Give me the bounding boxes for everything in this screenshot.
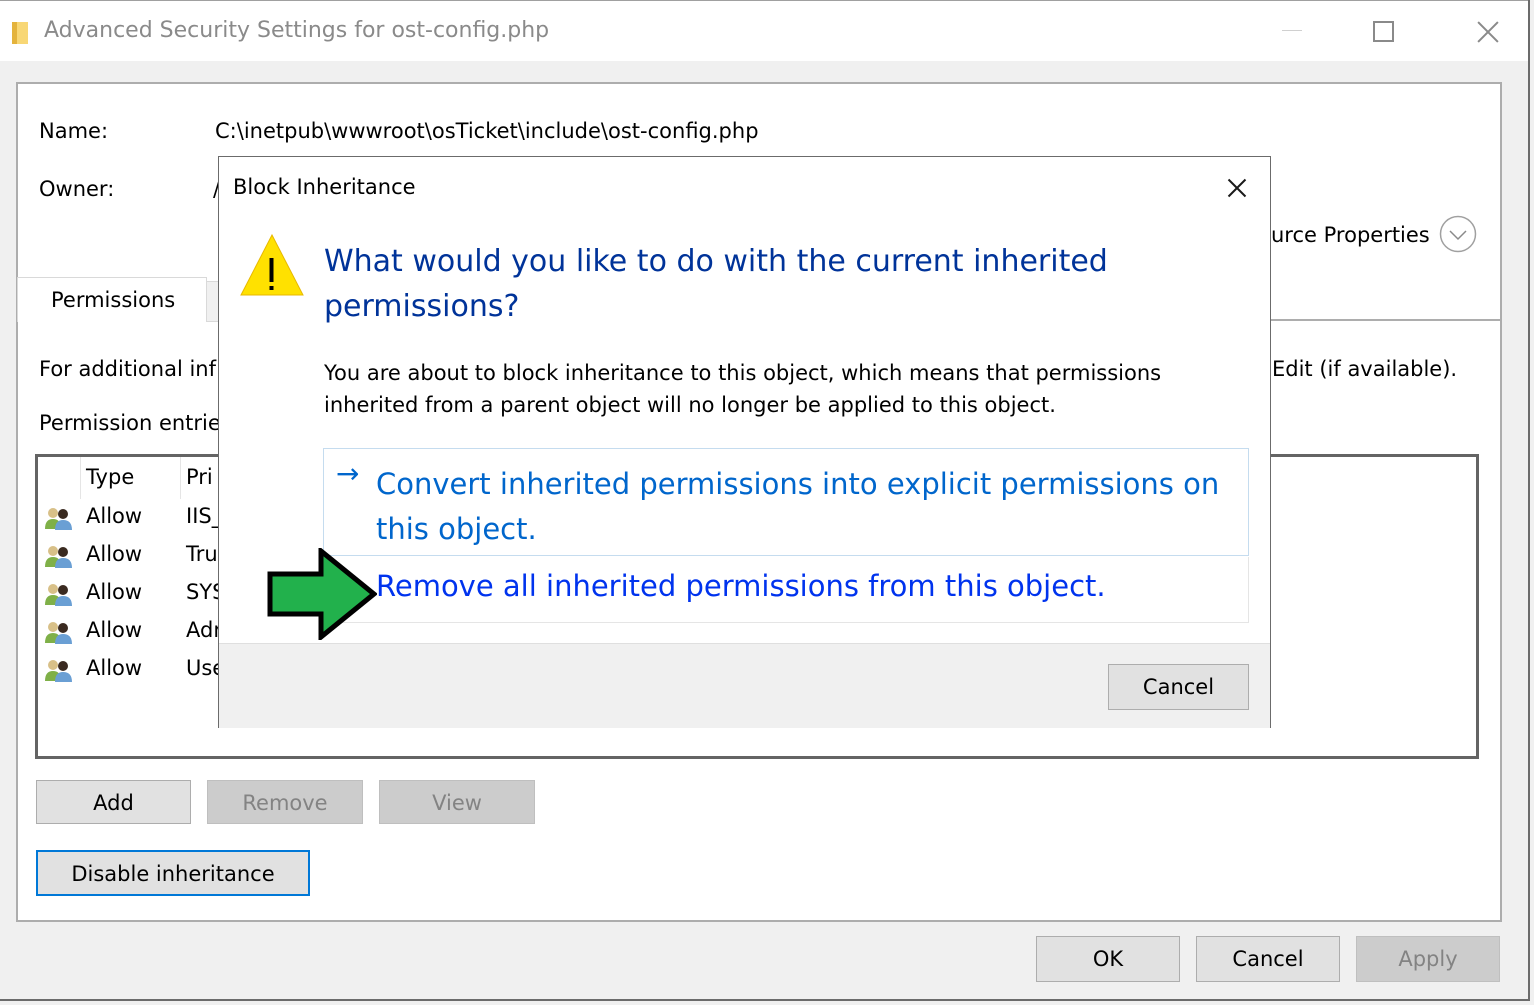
table-row[interactable]: Allow Use: [38, 653, 238, 691]
column-separator: [180, 457, 181, 499]
entry-type: Allow: [86, 580, 143, 604]
window-title: Advanced Security Settings for ost-confi…: [44, 18, 550, 43]
entry-principal: Adr: [186, 618, 222, 642]
remove-button[interactable]: Remove: [207, 780, 363, 824]
entry-principal: Tru: [186, 542, 218, 566]
cancel-button[interactable]: Cancel: [1196, 936, 1340, 982]
chevron-down-icon[interactable]: [1439, 215, 1477, 253]
convert-inherited-permissions-option[interactable]: → Convert inherited permissions into exp…: [323, 448, 1249, 556]
dialog-title: Block Inheritance: [233, 175, 416, 199]
dialog-question: What would you like to do with the curre…: [324, 244, 1108, 324]
apply-button[interactable]: Apply: [1356, 936, 1500, 982]
remove-option-label: Remove all inherited permissions from th…: [376, 569, 1106, 603]
title-bar: Advanced Security Settings for ost-confi…: [0, 0, 1528, 61]
users-icon: [45, 508, 72, 530]
tab-permissions[interactable]: Permissions: [17, 277, 207, 322]
close-button[interactable]: [1430, 1, 1522, 61]
entry-type: Allow: [86, 504, 143, 528]
entry-principal: IIS_: [186, 504, 223, 528]
owner-label: Owner:: [39, 177, 115, 201]
block-inheritance-dialog: Block Inheritance What would you like to…: [218, 156, 1271, 728]
column-separator: [80, 457, 81, 499]
column-header-type[interactable]: Type: [86, 465, 134, 489]
minimize-button[interactable]: [1246, 1, 1338, 61]
disable-inheritance-button[interactable]: Disable inheritance: [36, 850, 310, 896]
users-icon: [45, 660, 72, 682]
dialog-cancel-button[interactable]: Cancel: [1108, 664, 1249, 710]
info-text: For additional inf: [39, 357, 216, 381]
name-value: C:\inetpub\wwwroot\osTicket\include\ost-…: [215, 119, 759, 143]
dialog-footer: Cancel: [219, 643, 1270, 728]
entry-type: Allow: [86, 656, 143, 680]
table-row[interactable]: Allow Adr: [38, 615, 238, 653]
dialog-body-text: You are about to block inheritance to th…: [324, 361, 1162, 417]
tab-divider: [1270, 319, 1500, 321]
users-icon: [45, 622, 72, 644]
add-button[interactable]: Add: [36, 780, 191, 824]
warning-icon: [240, 233, 304, 296]
info-text-right: Edit (if available).: [1272, 357, 1458, 381]
table-row[interactable]: Allow SYS: [38, 577, 238, 615]
arrow-right-icon: →: [336, 457, 360, 490]
table-row[interactable]: Allow IIS_: [38, 501, 238, 539]
entry-type: Allow: [86, 618, 143, 642]
remove-inherited-permissions-option[interactable]: Remove all inherited permissions from th…: [323, 557, 1249, 623]
permission-entries-label: Permission entrie: [39, 411, 221, 435]
annotation-arrow-icon: [267, 548, 377, 640]
convert-option-label: Convert inherited permissions into expli…: [376, 467, 1220, 546]
view-button[interactable]: View: [379, 780, 535, 824]
ok-button[interactable]: OK: [1036, 936, 1180, 982]
users-icon: [45, 584, 72, 606]
tab-permissions-label: Permissions: [51, 288, 176, 312]
maximize-button[interactable]: [1338, 1, 1430, 61]
resource-properties-label[interactable]: urce Properties: [1271, 223, 1430, 247]
table-row[interactable]: Allow Tru: [38, 539, 238, 577]
entry-type: Allow: [86, 542, 143, 566]
folder-icon: [12, 22, 28, 44]
column-header-principal[interactable]: Pri: [186, 465, 213, 489]
name-label: Name:: [39, 119, 109, 143]
users-icon: [45, 546, 72, 568]
dialog-close-button[interactable]: [1219, 171, 1255, 205]
